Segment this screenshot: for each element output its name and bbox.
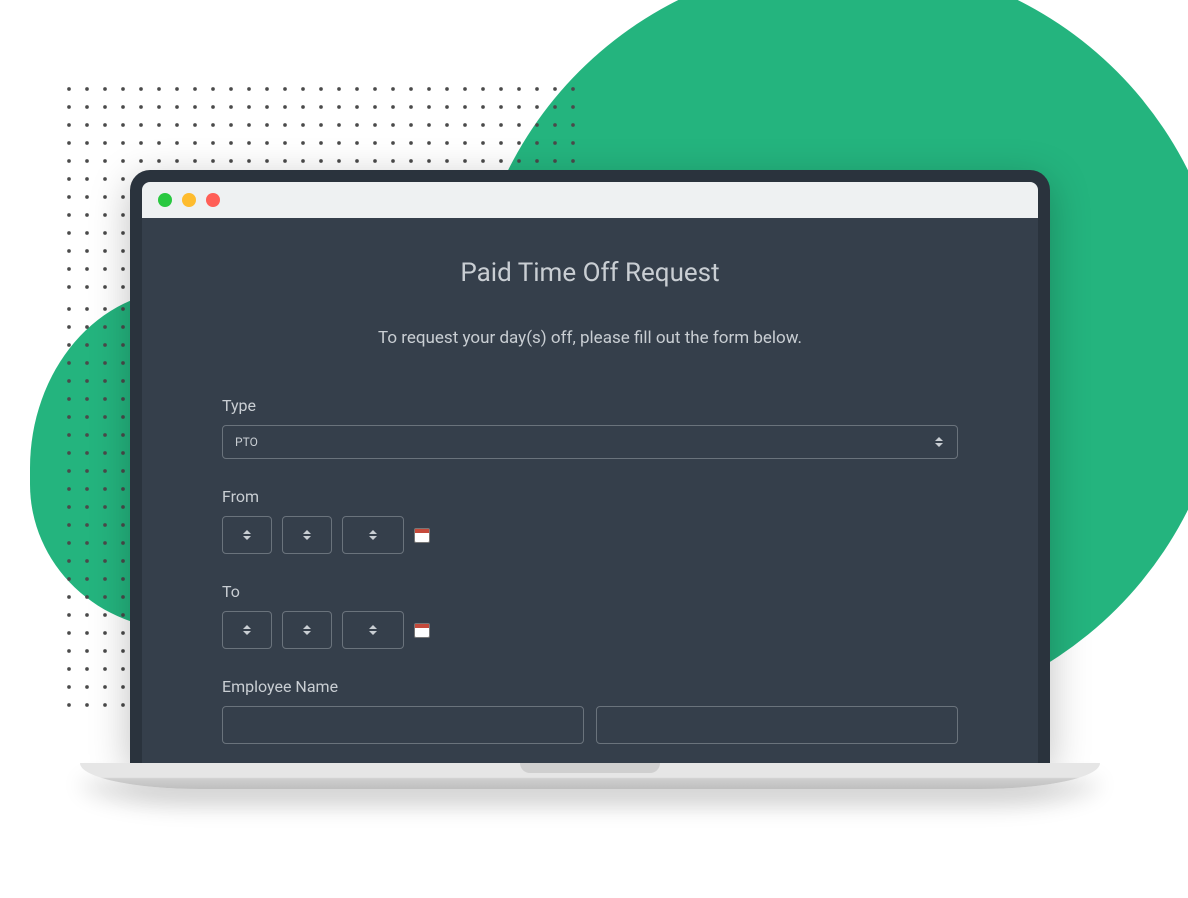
to-date-row (222, 611, 958, 649)
window-minimize-icon[interactable] (182, 193, 196, 207)
type-select[interactable]: PTO (222, 425, 958, 459)
from-month-select[interactable] (222, 516, 272, 554)
field-from: From (222, 487, 958, 554)
chevron-updown-icon (303, 625, 311, 635)
calendar-icon[interactable] (414, 623, 430, 638)
to-day-select[interactable] (282, 611, 332, 649)
from-day-select[interactable] (282, 516, 332, 554)
to-year-select[interactable] (342, 611, 404, 649)
field-type: Type PTO (222, 396, 958, 459)
page-title: Paid Time Off Request (222, 258, 958, 288)
chevron-updown-icon (243, 625, 251, 635)
window-close-icon[interactable] (158, 193, 172, 207)
field-to: To (222, 582, 958, 649)
browser-bar (142, 182, 1038, 218)
type-select-value: PTO (235, 435, 258, 449)
type-label: Type (222, 396, 958, 415)
laptop-base (80, 763, 1100, 789)
laptop-notch (520, 763, 660, 773)
form-panel: Paid Time Off Request To request your da… (142, 218, 1038, 763)
to-month-select[interactable] (222, 611, 272, 649)
field-employee-name: Employee Name (222, 677, 958, 744)
employee-name-label: Employee Name (222, 677, 958, 696)
chevron-updown-icon (369, 625, 377, 635)
chevron-updown-icon (369, 530, 377, 540)
last-name-input[interactable] (596, 706, 958, 744)
from-label: From (222, 487, 958, 506)
chevron-updown-icon (935, 437, 943, 447)
page-subtitle: To request your day(s) off, please fill … (222, 328, 958, 348)
calendar-icon[interactable] (414, 528, 430, 543)
first-name-input[interactable] (222, 706, 584, 744)
laptop-screen: Paid Time Off Request To request your da… (130, 170, 1050, 763)
chevron-updown-icon (243, 530, 251, 540)
to-label: To (222, 582, 958, 601)
window-maximize-icon[interactable] (206, 193, 220, 207)
chevron-updown-icon (303, 530, 311, 540)
employee-name-row (222, 706, 958, 744)
from-year-select[interactable] (342, 516, 404, 554)
laptop-mockup: Paid Time Off Request To request your da… (80, 170, 1100, 789)
from-date-row (222, 516, 958, 554)
